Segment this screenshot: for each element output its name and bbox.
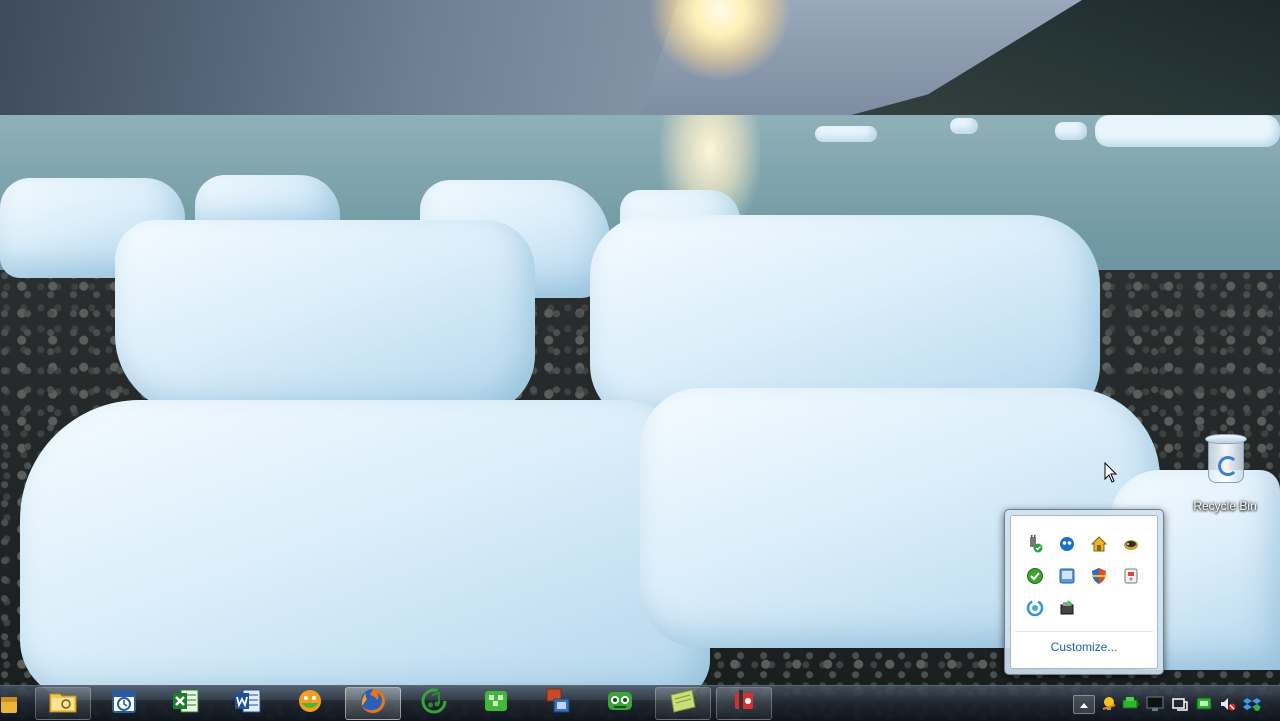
taskbar-remote-desktop[interactable] xyxy=(530,687,586,720)
network-home-icon[interactable] xyxy=(1089,534,1109,554)
ice-floe xyxy=(950,118,978,134)
recycle-bin-icon xyxy=(1205,434,1247,483)
taskbar-excel[interactable] xyxy=(158,687,214,720)
taskbar-outlook-calendar[interactable] xyxy=(96,687,152,720)
customize-link[interactable]: Customize... xyxy=(1011,640,1157,654)
show-hidden-icons-button[interactable] xyxy=(1073,695,1095,714)
ice-floe xyxy=(815,126,877,142)
battery-icon[interactable] xyxy=(1119,686,1143,721)
taskbar-explorer[interactable] xyxy=(35,687,91,720)
taskbar xyxy=(0,685,1280,721)
volume-muted-icon[interactable] xyxy=(1216,686,1240,721)
ice-floe xyxy=(1095,115,1280,147)
puzzle-game-icon xyxy=(481,687,511,720)
taskbar-robot-app[interactable] xyxy=(592,687,648,720)
taskbar-word[interactable] xyxy=(220,687,276,720)
notes-icon xyxy=(668,687,698,720)
taskbar-firefox[interactable] xyxy=(345,687,401,720)
firefox-icon xyxy=(358,686,388,721)
ice-block xyxy=(115,220,535,415)
recycle-bin-label: Recycle Bin xyxy=(1193,499,1257,513)
taskbar-puzzle-game[interactable] xyxy=(468,687,524,720)
notification-overflow-panel: Customize... xyxy=(1004,509,1164,675)
ice-block xyxy=(20,400,710,700)
safely-remove-icon[interactable] xyxy=(1057,598,1077,618)
bird-icon[interactable] xyxy=(1121,534,1141,554)
media-recorder-icon xyxy=(729,687,759,720)
mountain-left xyxy=(0,0,720,125)
lightbulb-icon[interactable] xyxy=(1097,686,1121,721)
explorer-icon xyxy=(48,688,78,719)
word-icon xyxy=(233,687,263,720)
ice-floe xyxy=(1055,122,1087,140)
chevron-up-icon xyxy=(1080,702,1088,708)
notification-overflow-content: Customize... xyxy=(1010,515,1158,669)
power-plug-icon[interactable] xyxy=(1025,534,1045,554)
messenger-icon xyxy=(295,687,325,720)
taskbar-media-recorder[interactable] xyxy=(716,687,772,720)
update-check-icon[interactable] xyxy=(1025,566,1045,586)
recycle-bin-shortcut[interactable]: Recycle Bin xyxy=(1190,434,1260,513)
itunes-icon xyxy=(419,686,449,721)
panel-separator xyxy=(1015,631,1153,632)
start-button[interactable] xyxy=(0,687,24,720)
disk-icon[interactable] xyxy=(1121,566,1141,586)
robot-app-icon xyxy=(605,687,635,720)
taskbar-messenger[interactable] xyxy=(282,687,338,720)
remote-desktop-icon xyxy=(543,686,573,721)
dropbox-icon[interactable] xyxy=(1240,686,1264,721)
action-center-icon[interactable] xyxy=(1168,686,1192,721)
sync-icon[interactable] xyxy=(1025,598,1045,618)
security-shield-icon[interactable] xyxy=(1089,566,1109,586)
display-icon[interactable] xyxy=(1057,566,1077,586)
excel-icon xyxy=(171,687,201,720)
network-icon[interactable] xyxy=(1192,686,1216,721)
pidgin-chat-icon[interactable] xyxy=(1057,534,1077,554)
taskbar-notes[interactable] xyxy=(655,687,711,720)
taskbar-itunes[interactable] xyxy=(406,687,462,720)
display-icon[interactable] xyxy=(1143,686,1167,721)
outlook-calendar-icon xyxy=(110,687,138,720)
